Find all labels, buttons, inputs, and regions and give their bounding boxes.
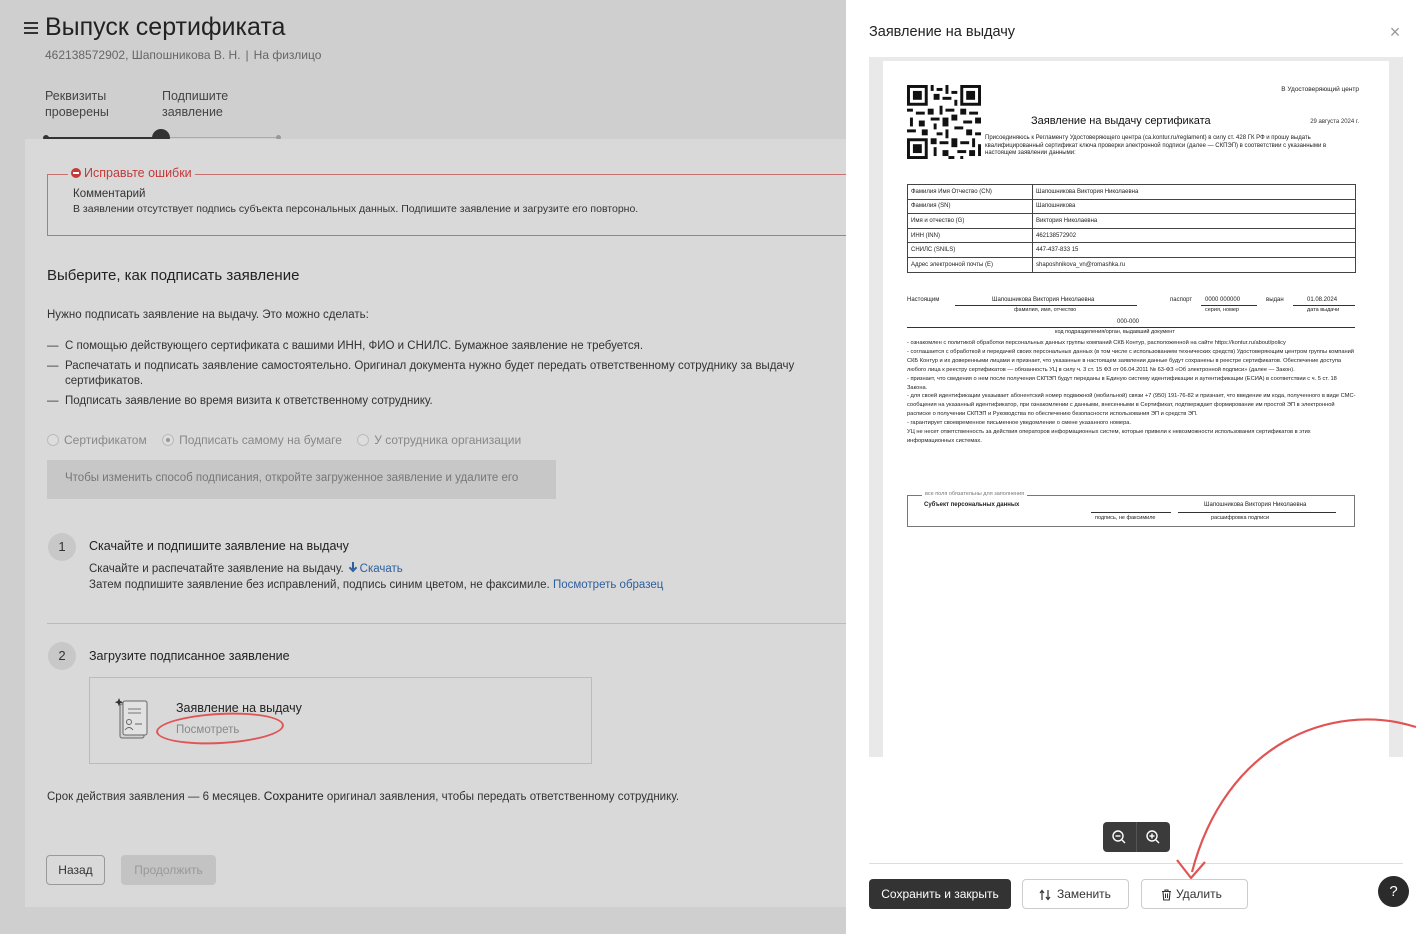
radio-certificate[interactable]: Сертификатом — [47, 433, 147, 447]
step-label-sign: Подпишите заявление — [162, 89, 229, 119]
doc-sign-name: Шапошникова Виктория Николаевна — [1204, 502, 1307, 508]
panel-title: Заявление на выдачу — [869, 24, 1016, 40]
doc-req-fields: все поля обязательны для заполнения — [922, 491, 1028, 497]
doc-fio: Шапошникова Виктория Николаевна — [992, 297, 1095, 303]
table-row: Имя и отчество (G) Виктория Николаевна — [907, 213, 1356, 229]
document-icon — [114, 698, 148, 739]
table-row: ИНН (INN) 462138572902 — [907, 227, 1356, 244]
doc-intro: Присоединяюсь к Регламенту Удостоверяюще… — [985, 135, 1327, 156]
zoom-controls — [1103, 822, 1170, 852]
table-row: Фамилия Имя Отчество (CN) Шапошникова Вик… — [907, 184, 1356, 200]
change-method-hint: Чтобы изменить способ подписания, открой… — [47, 460, 556, 499]
stepper-rest-line — [162, 137, 280, 138]
doc-subject: Субъект персональных данных — [924, 502, 1020, 508]
sign-method-item: Распечатать и подписать заявление самост… — [47, 359, 837, 389]
sign-method-item: С помощью действующего сертификата с ваш… — [47, 339, 837, 354]
sign-methods-list: С помощью действующего сертификата с ваш… — [47, 339, 837, 414]
footer-divider — [869, 863, 1403, 864]
doc-cap-series: серия, номер — [1205, 307, 1239, 313]
sign-method-item: Подписать заявление во время визита к от… — [47, 394, 837, 409]
doc-addressee: В Удостоверяющий центр — [1281, 86, 1359, 93]
content-card: Исправьте ошибки Комментарий В заявлении… — [25, 139, 846, 907]
step-number-1: 1 — [48, 533, 76, 561]
doc-underline — [955, 305, 1137, 306]
side-panel: Заявление на выдачу × В Удостоверяющий ц… — [846, 0, 1424, 934]
sign-intro: Нужно подписать заявление на выдачу. Это… — [47, 309, 369, 321]
section-divider — [47, 623, 846, 624]
zoom-separator — [1136, 822, 1137, 852]
radio-circle — [162, 434, 175, 446]
step1-text1: Скачайте и распечатайте заявление на выд… — [89, 562, 403, 575]
highlight-ellipse — [155, 709, 285, 748]
download-link[interactable]: Скачать — [360, 563, 403, 575]
doc-cap-fio: фамилия, имя, отчество — [1014, 307, 1077, 313]
validity-note: Срок действия заявления — 6 месяцев. Сох… — [47, 789, 680, 803]
subtitle-id: 462138572902, Шапошникова В. Н. — [45, 48, 241, 62]
doc-issue-date: 01.08.2024 — [1307, 297, 1338, 303]
radio-paper[interactable]: Подписать самому на бумаге — [162, 433, 342, 447]
step1-title: Скачайте и подпишите заявление на выдачу — [89, 539, 349, 553]
document-preview[interactable]: В Удостоверяющий центр Заявление на выда… — [869, 57, 1403, 757]
doc-underline — [1178, 512, 1336, 513]
step-label-details: Реквизиты проверены — [45, 89, 109, 119]
main-page: Выпуск сертификата 462138572902, Шапошни… — [0, 0, 846, 934]
menu-icon[interactable] — [24, 22, 38, 34]
view-sample-link[interactable]: Посмотреть образец — [553, 579, 663, 591]
step-number-2: 2 — [48, 642, 76, 670]
continue-button[interactable]: Продолжить — [121, 855, 216, 885]
close-icon[interactable]: × — [1387, 23, 1403, 41]
swap-icon — [1039, 889, 1051, 901]
uploaded-file-card[interactable]: Заявление на выдачу Посмотреть — [89, 677, 592, 764]
doc-passport-label: паспорт — [1170, 297, 1193, 303]
qr-code-icon — [907, 85, 981, 159]
doc-passport: 0000 000000 — [1205, 297, 1241, 303]
subtitle-separator: | — [245, 48, 249, 62]
table-row: СНИЛС (SNILS) 447-437-833 15 — [907, 242, 1356, 258]
doc-cap-dept: код подразделения/орган, выдавший докуме… — [1055, 329, 1175, 335]
step2-title: Загрузите подписанное заявление — [89, 649, 290, 663]
doc-dept-code: 000-000 — [1117, 319, 1140, 325]
subtitle-type: На физлицо — [253, 48, 322, 62]
zoom-out-icon[interactable] — [1111, 829, 1127, 845]
sign-heading: Выберите, как подписать заявление — [47, 267, 300, 284]
download-icon — [348, 562, 358, 573]
zoom-in-icon[interactable] — [1145, 829, 1161, 845]
doc-issued: выдан — [1266, 297, 1284, 303]
doc-underline — [1091, 512, 1171, 513]
table-row: Фамилия (SN) Шапошникова — [907, 198, 1356, 215]
page-subtitle: 462138572902, Шапошникова В. Н. | На физли… — [45, 48, 321, 62]
doc-underline — [907, 327, 1355, 328]
radio-circle — [357, 434, 370, 446]
radio-circle — [47, 434, 59, 446]
document-sheet: В Удостоверяющий центр Заявление на выда… — [883, 61, 1389, 757]
page-title: Выпуск сертификата — [45, 13, 286, 41]
doc-cap-decode: расшифровка подписи — [1211, 515, 1270, 521]
step1-text2: Затем подпишите заявление без исправлени… — [89, 579, 664, 591]
error-comment-text: В заявлении отсутствует подпись субъекта… — [73, 203, 639, 215]
doc-signature-block: все поля обязательны для заполнения Субъ… — [907, 491, 1355, 527]
doc-cap-date: дата выдачи — [1307, 307, 1340, 313]
doc-date: 29 августа 2024 г. — [1310, 119, 1359, 125]
error-comment-label: Комментарий — [73, 188, 146, 200]
trash-icon — [1162, 889, 1171, 901]
radio-employee[interactable]: У сотрудника организации — [357, 433, 521, 447]
doc-underline — [1201, 305, 1257, 306]
error-title: Исправьте ошибки — [68, 166, 195, 180]
table-row: Адрес электронной почты (E) shaposhnikova… — [907, 256, 1356, 273]
doc-underline — [1293, 305, 1355, 306]
delete-button[interactable]: Удалить — [1141, 879, 1248, 909]
doc-cap-sign: подпись, не факсимиле — [1095, 515, 1156, 521]
error-box: Исправьте ошибки Комментарий В заявлении… — [47, 166, 846, 236]
sign-method-radios: Сертификатом Подписать самому на бумаге … — [47, 433, 533, 447]
back-button[interactable]: Назад — [46, 855, 105, 885]
help-button[interactable]: ? — [1378, 876, 1409, 907]
replace-button[interactable]: Заменить — [1022, 879, 1129, 909]
save-and-close-button[interactable]: Сохранить и закрыть — [869, 879, 1011, 909]
doc-nast: Настоящим — [907, 297, 940, 303]
doc-data-table: Фамилия Имя Отчество (CN) Шапошникова Вик… — [907, 184, 1356, 273]
error-icon — [71, 168, 81, 178]
doc-title: Заявление на выдачу сертификата — [1031, 115, 1211, 127]
doc-body: - ознакомлен с политикой обработки персо… — [907, 340, 1356, 444]
